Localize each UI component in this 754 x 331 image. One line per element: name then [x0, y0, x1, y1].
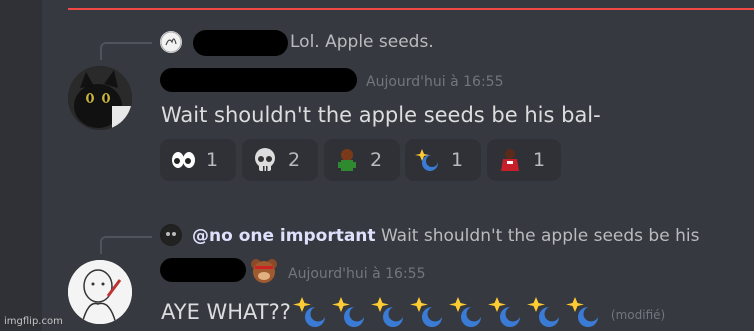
reaction-custom-red[interactable]: 1: [487, 139, 561, 181]
reply-preview-content: Wait shouldn't the apple seeds be his: [380, 226, 700, 246]
reaction-count: 2: [288, 149, 301, 171]
reaction-count: 2: [370, 149, 383, 171]
reaction-eyes[interactable]: 1: [160, 139, 236, 181]
user-avatar[interactable]: [68, 260, 132, 324]
sparkle-moon-icon: [409, 297, 443, 327]
reply-connector: [100, 236, 152, 254]
eyes-icon: [170, 147, 196, 173]
custom-emoji-red-icon: [497, 147, 523, 173]
reaction-sparkle-moon[interactable]: 1: [405, 139, 481, 181]
sparkle-moon-icon: [331, 297, 365, 327]
black-cat-avatar-icon: [68, 66, 132, 130]
reply-avatar[interactable]: [160, 224, 182, 246]
bear-badge-icon: [250, 258, 278, 284]
redacted-username: [160, 68, 357, 92]
channel-sidebar-edge: [0, 0, 42, 331]
emoji-row: [291, 295, 603, 329]
reply-preview-text[interactable]: @no one important Wait shouldn't the app…: [192, 226, 699, 246]
message-content: AYE WHAT?? (modifié): [161, 295, 665, 329]
reply-mention[interactable]: @no one important: [192, 226, 376, 246]
sparkle-moon-icon: [448, 297, 482, 327]
reaction-count: 1: [533, 149, 546, 171]
watermark: imgflip.com: [4, 316, 63, 327]
sketch-avatar-icon: [68, 260, 132, 324]
message-content: Wait shouldn't the apple seeds be his ba…: [161, 103, 601, 127]
skull-icon: [252, 147, 278, 173]
custom-emoji-green-icon: [334, 147, 360, 173]
reply-connector: [100, 42, 152, 60]
message-timestamp[interactable]: Aujourd'hui à 16:55: [366, 74, 503, 90]
redacted-username: [193, 30, 288, 56]
sparkle-moon-icon: [487, 297, 521, 327]
sparkle-moon-icon: [292, 297, 326, 327]
reply-preview-text[interactable]: Lol. Apple seeds.: [290, 32, 434, 52]
reaction-count: 1: [451, 149, 464, 171]
sketch-avatar-icon: [160, 31, 182, 53]
reaction-count: 1: [206, 149, 219, 171]
reaction-custom-green[interactable]: 2: [324, 139, 400, 181]
cat-avatar-icon: [161, 225, 181, 245]
reply-avatar[interactable]: [160, 31, 182, 53]
sparkle-moon-icon: [526, 297, 560, 327]
sparkle-moon-icon: [565, 297, 599, 327]
redacted-username: [160, 258, 246, 282]
message-text: AYE WHAT??: [161, 300, 291, 324]
reaction-skull[interactable]: 2: [242, 139, 318, 181]
edited-label: (modifié): [610, 308, 666, 322]
message-timestamp[interactable]: Aujourd'hui à 16:55: [288, 266, 425, 282]
new-messages-divider: [68, 8, 754, 10]
sparkle-moon-icon: [415, 147, 441, 173]
sparkle-moon-icon: [370, 297, 404, 327]
user-avatar[interactable]: [68, 66, 132, 130]
